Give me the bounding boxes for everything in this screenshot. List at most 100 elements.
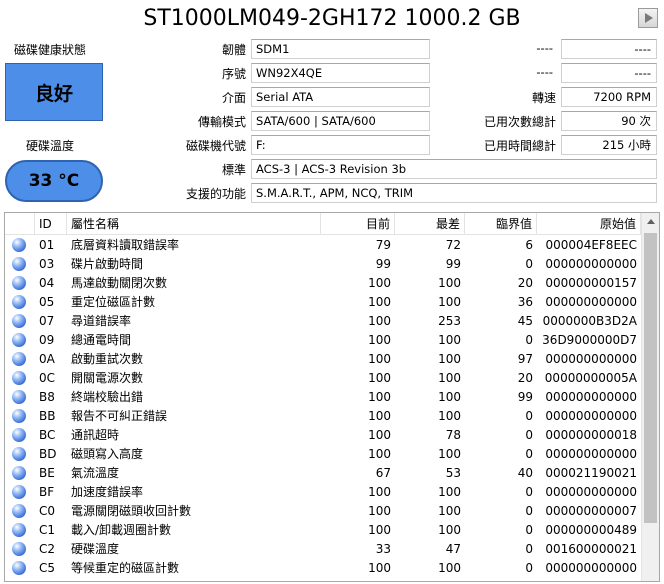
status-cell [5,236,35,255]
attribute-name: 終端校驗出錯 [71,390,144,404]
header-id[interactable]: ID [35,213,67,235]
table-row[interactable]: 07 尋道錯誤率 100 253 45 0000000B3D2A [5,312,641,331]
status-cell [5,445,35,464]
attribute-id: B8 [39,390,55,404]
attribute-threshold: 0 [525,409,533,423]
attribute-raw-value: 000000000000 [545,485,637,499]
unknown-field-1-value: ---- [536,41,553,55]
attribute-current: 100 [368,485,391,499]
table-row[interactable]: 01 底層資料讀取錯誤率 79 72 6 000004EF8EEC [5,236,641,255]
status-cell [5,331,35,350]
attribute-worst: 100 [438,276,461,290]
smart-attributes-table[interactable]: ID 屬性名稱 目前 最差 臨界值 原始值 01 底層資料讀取錯誤率 79 72 6 00… [4,212,660,582]
table-row[interactable]: 0C 開關電源次數 100 100 20 00000000005A [5,369,641,388]
table-row[interactable]: C5 等候重定的磁區計數 100 100 0 000000000000 [5,559,641,578]
table-row[interactable]: 03 碟片啟動時間 99 99 0 000000000000 [5,255,641,274]
table-row[interactable]: BE 氣流溫度 67 53 40 000021190021 [5,464,641,483]
table-row[interactable]: 0A 啟動重試次數 100 100 97 000000000000 [5,350,641,369]
drive-letter-label: 磁碟機代號 [185,139,246,153]
table-row[interactable]: 05 重定位磁區計數 100 100 36 000000000000 [5,293,641,312]
attribute-name: 氣流溫度 [71,466,120,480]
attribute-id: 03 [39,257,55,271]
attribute-name: 碟片啟動時間 [71,257,144,271]
transfer-mode-value: SATA/600 | SATA/600 [251,111,430,131]
standard-label: 標準 [221,163,246,177]
attribute-current: 100 [368,314,391,328]
table-row[interactable]: BC 通訊超時 100 78 0 000000000018 [5,426,641,445]
rotation-label: 轉速 [531,91,556,105]
attribute-name: 開關電源次數 [71,371,144,385]
attribute-threshold: 0 [525,561,533,575]
attribute-id: 04 [39,276,55,290]
next-drive-button[interactable] [638,8,658,28]
attribute-current: 100 [368,295,391,309]
attribute-current: 79 [375,238,391,252]
status-dot-icon [12,523,26,537]
attribute-current: 100 [368,523,391,537]
header-current[interactable]: 目前 [321,213,395,235]
header-status[interactable] [5,213,35,235]
table-row[interactable]: BF 加速度錯誤率 100 100 0 000000000000 [5,483,641,502]
attribute-current: 67 [375,466,391,480]
status-dot-icon [12,428,26,442]
table-row[interactable]: C2 硬碟溫度 33 47 0 001600000021 [5,540,641,559]
attribute-current: 100 [368,390,391,404]
table-row[interactable]: 04 馬達啟動關閉次數 100 100 20 000000000157 [5,274,641,293]
table-scrollbar[interactable] [641,213,659,581]
attribute-current: 100 [368,371,391,385]
attribute-current: 99 [375,257,391,271]
attribute-worst: 100 [438,504,461,518]
attribute-name: 通訊超時 [71,428,120,442]
status-cell [5,388,35,407]
status-cell [5,274,35,293]
header-attribute-name[interactable]: 屬性名稱 [67,213,321,235]
table-row[interactable]: 09 總通電時間 100 100 0 36D9000000D7 [5,331,641,350]
header-worst[interactable]: 最差 [395,213,465,235]
attribute-name: 硬碟溫度 [71,542,120,556]
status-dot-icon [12,390,26,404]
attribute-id: C2 [39,542,56,556]
attribute-id: 07 [39,314,55,328]
status-cell [5,255,35,274]
attribute-threshold: 20 [517,276,533,290]
status-dot-icon [12,409,26,423]
attribute-name: 等候重定的磁區計數 [71,561,180,575]
attribute-worst: 100 [438,333,461,347]
table-row[interactable]: BD 磁頭寫入高度 100 100 0 000000000000 [5,445,641,464]
attribute-id: BC [39,428,56,442]
rotation-value: 7200 RPM [561,87,657,107]
table-row[interactable]: B8 終端校驗出錯 100 100 99 000000000000 [5,388,641,407]
table-row[interactable]: BB 報告不可糾正錯誤 100 100 0 000000000000 [5,407,641,426]
firmware-value: SDM1 [251,39,430,59]
attribute-raw-value: 000000000000 [545,561,637,575]
table-row[interactable]: C0 電源關閉磁頭收回計數 100 100 0 000000000007 [5,502,641,521]
serial-label: 序號 [221,67,246,81]
firmware-label: 韌體 [221,43,246,57]
status-dot-icon [12,504,26,518]
header-threshold[interactable]: 臨界值 [465,213,537,235]
attribute-worst: 78 [445,428,461,442]
scrollbar-thumb[interactable] [644,233,657,523]
attribute-id: BE [39,466,55,480]
header-raw-value[interactable]: 原始值 [537,213,641,235]
attribute-current: 33 [375,542,391,556]
transfer-mode-label: 傳輸模式 [197,115,246,129]
attribute-id: C1 [39,523,56,537]
scroll-up-arrow-icon[interactable] [642,213,659,231]
attribute-current: 100 [368,409,391,423]
status-cell [5,407,35,426]
attribute-id: 01 [39,238,55,252]
table-row[interactable]: C1 載入/卸載週圈計數 100 100 0 000000000489 [5,521,641,540]
attribute-worst: 100 [438,390,461,404]
status-dot-icon [12,276,26,290]
status-dot-icon [12,542,26,556]
temperature-badge[interactable]: 33 °C [5,160,103,202]
attribute-raw-value: 000000000489 [545,523,637,537]
attribute-name: 磁頭寫入高度 [71,447,144,461]
health-status-badge[interactable]: 良好 [5,63,103,121]
attribute-worst: 100 [438,561,461,575]
attribute-raw-value: 0000000B3D2A [542,314,637,328]
attribute-name: 載入/卸載週圈計數 [71,523,172,537]
attribute-worst: 100 [438,485,461,499]
attribute-raw-value: 000000000007 [545,504,637,518]
